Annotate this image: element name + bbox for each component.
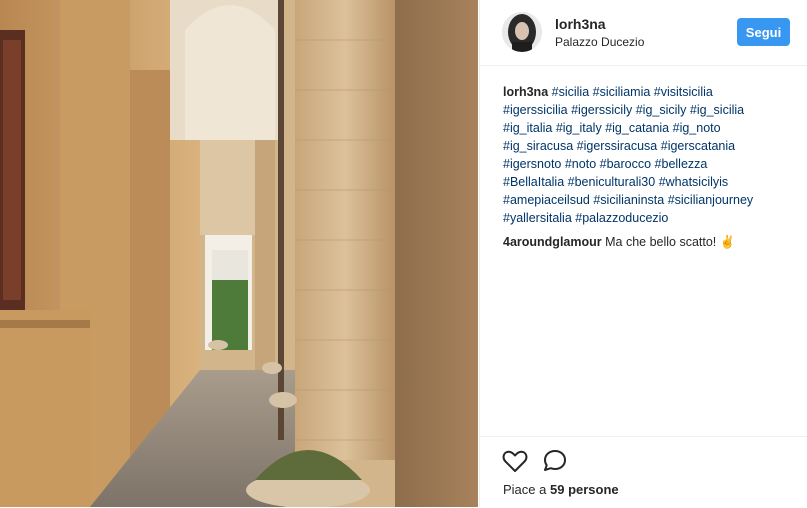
comments-section: lorh3na #sicilia #siciliamia #visitsicil…	[503, 83, 793, 257]
hashtag-link[interactable]: #sicilia	[552, 85, 590, 99]
post-modal: lorh3na Palazzo Ducezio Segui lorh3na #s…	[0, 0, 807, 507]
hashtag-link[interactable]: #sicilianjourney	[668, 193, 753, 207]
hashtag-link[interactable]: #igerssiracusa	[577, 139, 658, 153]
follow-button[interactable]: Segui	[737, 18, 790, 46]
comment-text: Ma che bello scatto! ✌	[605, 235, 736, 249]
hashtag-link[interactable]: #yallersitalia	[503, 211, 572, 225]
hashtag-link[interactable]: #visitsicilia	[654, 85, 713, 99]
heart-icon[interactable]	[502, 449, 528, 473]
hashtag-link[interactable]: #ig_italy	[556, 121, 602, 135]
hashtag-link[interactable]: #beniculturali30	[568, 175, 656, 189]
hashtag-link[interactable]: #igerssicily	[571, 103, 632, 117]
hashtag-link[interactable]: #igerscatania	[661, 139, 735, 153]
caption-username-link[interactable]: lorh3na	[503, 85, 548, 99]
post-sidebar: lorh3na Palazzo Ducezio Segui lorh3na #s…	[479, 0, 807, 507]
hashtag-link[interactable]: #ig_sicily	[636, 103, 687, 117]
avatar[interactable]	[502, 12, 542, 52]
hashtag-link[interactable]: #BellaItalia	[503, 175, 564, 189]
likes-number: 59 persone	[550, 482, 619, 497]
username-link[interactable]: lorh3na	[555, 16, 606, 32]
hashtag-link[interactable]: #igerssicilia	[503, 103, 568, 117]
hashtag-link[interactable]: #whatsicilyis	[659, 175, 728, 189]
location-link[interactable]: Palazzo Ducezio	[555, 35, 644, 49]
hashtag-link[interactable]: #barocco	[600, 157, 651, 171]
post-header: lorh3na Palazzo Ducezio Segui	[480, 0, 807, 66]
comment-username-link[interactable]: 4aroundglamour	[503, 235, 602, 249]
actions-bar: Piace a 59 persone	[480, 436, 807, 508]
arcade-photo-illustration	[0, 0, 478, 507]
post-photo[interactable]	[0, 0, 478, 507]
caption: lorh3na #sicilia #siciliamia #visitsicil…	[503, 83, 793, 227]
hashtag-link[interactable]: #igersnoto	[503, 157, 561, 171]
hashtag-link[interactable]: #sicilianinsta	[593, 193, 664, 207]
hashtag-link[interactable]: #siciliamia	[593, 85, 651, 99]
hashtag-link[interactable]: #amepiaceilsud	[503, 193, 590, 207]
likes-prefix: Piace a	[503, 482, 547, 497]
comment-bubble-icon[interactable]	[542, 449, 568, 473]
hashtag-link[interactable]: #ig_siracusa	[503, 139, 573, 153]
hashtag-link[interactable]: #bellezza	[655, 157, 708, 171]
hashtag-link[interactable]: #ig_sicilia	[690, 103, 744, 117]
hashtag-link[interactable]: #ig_italia	[503, 121, 552, 135]
hashtag-link[interactable]: #noto	[565, 157, 596, 171]
comment-item: 4aroundglamour Ma che bello scatto! ✌	[503, 233, 793, 251]
hashtag-link[interactable]: #ig_catania	[605, 121, 669, 135]
avatar-image	[502, 12, 542, 52]
hashtag-link[interactable]: #ig_noto	[673, 121, 721, 135]
likes-count[interactable]: Piace a 59 persone	[503, 482, 619, 497]
hashtag-link[interactable]: #palazzoducezio	[575, 211, 668, 225]
